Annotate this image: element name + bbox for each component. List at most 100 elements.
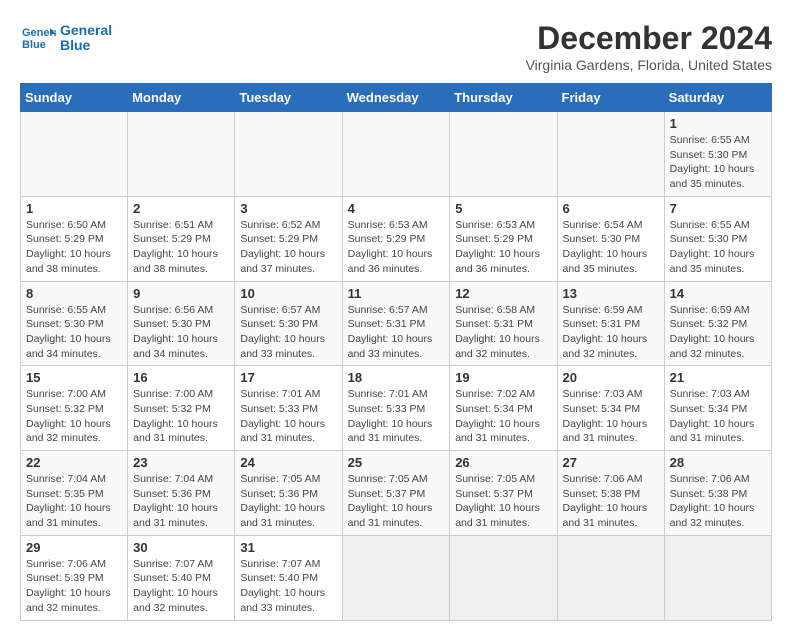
day-number: 12 bbox=[455, 286, 551, 301]
day-number: 7 bbox=[670, 201, 766, 216]
logo: General Blue General Blue bbox=[20, 20, 112, 56]
calendar-cell: 31Sunrise: 7:07 AMSunset: 5:40 PMDayligh… bbox=[235, 535, 342, 620]
day-number: 23 bbox=[133, 455, 229, 470]
calendar-cell: 17 Sunrise: 7:01 AMSunset: 5:33 PMDayligh… bbox=[235, 366, 342, 451]
calendar-cell: 1 Sunrise: 6:50 AMSunset: 5:29 PMDaylight… bbox=[21, 196, 128, 281]
day-number: 24 bbox=[240, 455, 336, 470]
day-info: Sunrise: 6:59 AMSunset: 5:31 PMDaylight:… bbox=[563, 303, 659, 362]
week-row-4: 15 Sunrise: 7:00 AMSunset: 5:32 PMDayligh… bbox=[21, 366, 772, 451]
day-number: 27 bbox=[563, 455, 659, 470]
calendar-cell: 29 Sunrise: 7:06 AMSunset: 5:39 PMDayligh… bbox=[21, 535, 128, 620]
day-info: Sunrise: 7:03 AMSunset: 5:34 PMDaylight:… bbox=[563, 387, 659, 446]
day-number: 6 bbox=[563, 201, 659, 216]
day-number: 26 bbox=[455, 455, 551, 470]
day-info: Sunrise: 6:58 AMSunset: 5:31 PMDaylight:… bbox=[455, 303, 551, 362]
week-row-5: 22 Sunrise: 7:04 AMSunset: 5:35 PMDayligh… bbox=[21, 451, 772, 536]
week-row-2: 1 Sunrise: 6:50 AMSunset: 5:29 PMDaylight… bbox=[21, 196, 772, 281]
calendar-cell bbox=[21, 112, 128, 197]
day-info: Sunrise: 7:01 AMSunset: 5:33 PMDaylight:… bbox=[240, 387, 336, 446]
col-header-tuesday: Tuesday bbox=[235, 84, 342, 112]
calendar-cell: 5Sunrise: 6:53 AMSunset: 5:29 PMDaylight… bbox=[450, 196, 557, 281]
col-header-sunday: Sunday bbox=[21, 84, 128, 112]
day-number: 18 bbox=[348, 370, 445, 385]
week-row-3: 8 Sunrise: 6:55 AMSunset: 5:30 PMDaylight… bbox=[21, 281, 772, 366]
calendar-cell: 1Sunrise: 6:55 AMSunset: 5:30 PMDaylight… bbox=[664, 112, 771, 197]
calendar-cell: 27 Sunrise: 7:06 AMSunset: 5:38 PMDayligh… bbox=[557, 451, 664, 536]
day-info: Sunrise: 7:07 AMSunset: 5:40 PMDaylight:… bbox=[240, 557, 336, 616]
day-number: 14 bbox=[670, 286, 766, 301]
calendar-cell: 13 Sunrise: 6:59 AMSunset: 5:31 PMDayligh… bbox=[557, 281, 664, 366]
day-info: Sunrise: 6:53 AMSunset: 5:29 PMDaylight:… bbox=[348, 218, 445, 277]
day-info: Sunrise: 7:03 AMSunset: 5:34 PMDaylight:… bbox=[670, 387, 766, 446]
col-header-friday: Friday bbox=[557, 84, 664, 112]
day-info: Sunrise: 6:55 AMSunset: 5:30 PMDaylight:… bbox=[26, 303, 122, 362]
calendar-cell: 26Sunrise: 7:05 AMSunset: 5:37 PMDayligh… bbox=[450, 451, 557, 536]
day-number: 25 bbox=[348, 455, 445, 470]
calendar-cell: 15 Sunrise: 7:00 AMSunset: 5:32 PMDayligh… bbox=[21, 366, 128, 451]
calendar-cell: 11 Sunrise: 6:57 AMSunset: 5:31 PMDayligh… bbox=[342, 281, 450, 366]
day-info: Sunrise: 7:02 AMSunset: 5:34 PMDaylight:… bbox=[455, 387, 551, 446]
day-info: Sunrise: 6:59 AMSunset: 5:32 PMDaylight:… bbox=[670, 303, 766, 362]
title-area: December 2024 Virginia Gardens, Florida,… bbox=[526, 20, 772, 73]
day-number: 3 bbox=[240, 201, 336, 216]
calendar-cell: 24Sunrise: 7:05 AMSunset: 5:36 PMDayligh… bbox=[235, 451, 342, 536]
calendar-cell: 4 Sunrise: 6:53 AMSunset: 5:29 PMDaylight… bbox=[342, 196, 450, 281]
day-number: 29 bbox=[26, 540, 122, 555]
calendar-cell bbox=[664, 535, 771, 620]
week-row-6: 29 Sunrise: 7:06 AMSunset: 5:39 PMDayligh… bbox=[21, 535, 772, 620]
calendar-cell: 20Sunrise: 7:03 AMSunset: 5:34 PMDayligh… bbox=[557, 366, 664, 451]
day-number: 8 bbox=[26, 286, 122, 301]
day-number: 16 bbox=[133, 370, 229, 385]
day-number: 1 bbox=[670, 116, 766, 131]
day-info: Sunrise: 6:56 AMSunset: 5:30 PMDaylight:… bbox=[133, 303, 229, 362]
calendar-cell bbox=[235, 112, 342, 197]
day-number: 4 bbox=[348, 201, 445, 216]
calendar-cell: 12 Sunrise: 6:58 AMSunset: 5:31 PMDayligh… bbox=[450, 281, 557, 366]
day-number: 13 bbox=[563, 286, 659, 301]
calendar-cell: 21Sunrise: 7:03 AMSunset: 5:34 PMDayligh… bbox=[664, 366, 771, 451]
day-info: Sunrise: 6:52 AMSunset: 5:29 PMDaylight:… bbox=[240, 218, 336, 277]
day-number: 19 bbox=[455, 370, 551, 385]
header: General Blue General Blue December 2024 … bbox=[20, 20, 772, 73]
calendar-header-row: SundayMondayTuesdayWednesdayThursdayFrid… bbox=[21, 84, 772, 112]
col-header-monday: Monday bbox=[128, 84, 235, 112]
calendar-cell bbox=[128, 112, 235, 197]
day-number: 10 bbox=[240, 286, 336, 301]
week-row-1: 1Sunrise: 6:55 AMSunset: 5:30 PMDaylight… bbox=[21, 112, 772, 197]
day-number: 15 bbox=[26, 370, 122, 385]
day-info: Sunrise: 6:57 AMSunset: 5:30 PMDaylight:… bbox=[240, 303, 336, 362]
calendar-table: SundayMondayTuesdayWednesdayThursdayFrid… bbox=[20, 83, 772, 621]
calendar-cell bbox=[557, 112, 664, 197]
day-info: Sunrise: 6:51 AMSunset: 5:29 PMDaylight:… bbox=[133, 218, 229, 277]
day-info: Sunrise: 6:50 AMSunset: 5:29 PMDaylight:… bbox=[26, 218, 122, 277]
day-number: 22 bbox=[26, 455, 122, 470]
calendar-cell: 22 Sunrise: 7:04 AMSunset: 5:35 PMDayligh… bbox=[21, 451, 128, 536]
day-info: Sunrise: 7:04 AMSunset: 5:35 PMDaylight:… bbox=[26, 472, 122, 531]
calendar-cell: 14 Sunrise: 6:59 AMSunset: 5:32 PMDayligh… bbox=[664, 281, 771, 366]
day-number: 9 bbox=[133, 286, 229, 301]
calendar-subtitle: Virginia Gardens, Florida, United States bbox=[526, 57, 772, 73]
calendar-cell: 9 Sunrise: 6:56 AMSunset: 5:30 PMDaylight… bbox=[128, 281, 235, 366]
calendar-title: December 2024 bbox=[526, 20, 772, 57]
day-info: Sunrise: 7:06 AMSunset: 5:38 PMDaylight:… bbox=[670, 472, 766, 531]
day-info: Sunrise: 7:05 AMSunset: 5:37 PMDaylight:… bbox=[348, 472, 445, 531]
day-number: 1 bbox=[26, 201, 122, 216]
calendar-cell: 6Sunrise: 6:54 AMSunset: 5:30 PMDaylight… bbox=[557, 196, 664, 281]
day-info: Sunrise: 7:06 AMSunset: 5:38 PMDaylight:… bbox=[563, 472, 659, 531]
day-info: Sunrise: 7:01 AMSunset: 5:33 PMDaylight:… bbox=[348, 387, 445, 446]
day-info: Sunrise: 7:06 AMSunset: 5:39 PMDaylight:… bbox=[26, 557, 122, 616]
calendar-cell: 28Sunrise: 7:06 AMSunset: 5:38 PMDayligh… bbox=[664, 451, 771, 536]
calendar-cell: 8 Sunrise: 6:55 AMSunset: 5:30 PMDaylight… bbox=[21, 281, 128, 366]
day-info: Sunrise: 6:57 AMSunset: 5:31 PMDaylight:… bbox=[348, 303, 445, 362]
calendar-cell: 25 Sunrise: 7:05 AMSunset: 5:37 PMDayligh… bbox=[342, 451, 450, 536]
logo-line2: Blue bbox=[60, 38, 112, 53]
calendar-cell: 30Sunrise: 7:07 AMSunset: 5:40 PMDayligh… bbox=[128, 535, 235, 620]
day-number: 30 bbox=[133, 540, 229, 555]
day-info: Sunrise: 6:55 AMSunset: 5:30 PMDaylight:… bbox=[670, 218, 766, 277]
day-number: 17 bbox=[240, 370, 336, 385]
logo-line1: General bbox=[60, 23, 112, 38]
day-info: Sunrise: 7:00 AMSunset: 5:32 PMDaylight:… bbox=[26, 387, 122, 446]
calendar-cell: 10 Sunrise: 6:57 AMSunset: 5:30 PMDayligh… bbox=[235, 281, 342, 366]
day-info: Sunrise: 7:00 AMSunset: 5:32 PMDaylight:… bbox=[133, 387, 229, 446]
day-number: 11 bbox=[348, 286, 445, 301]
